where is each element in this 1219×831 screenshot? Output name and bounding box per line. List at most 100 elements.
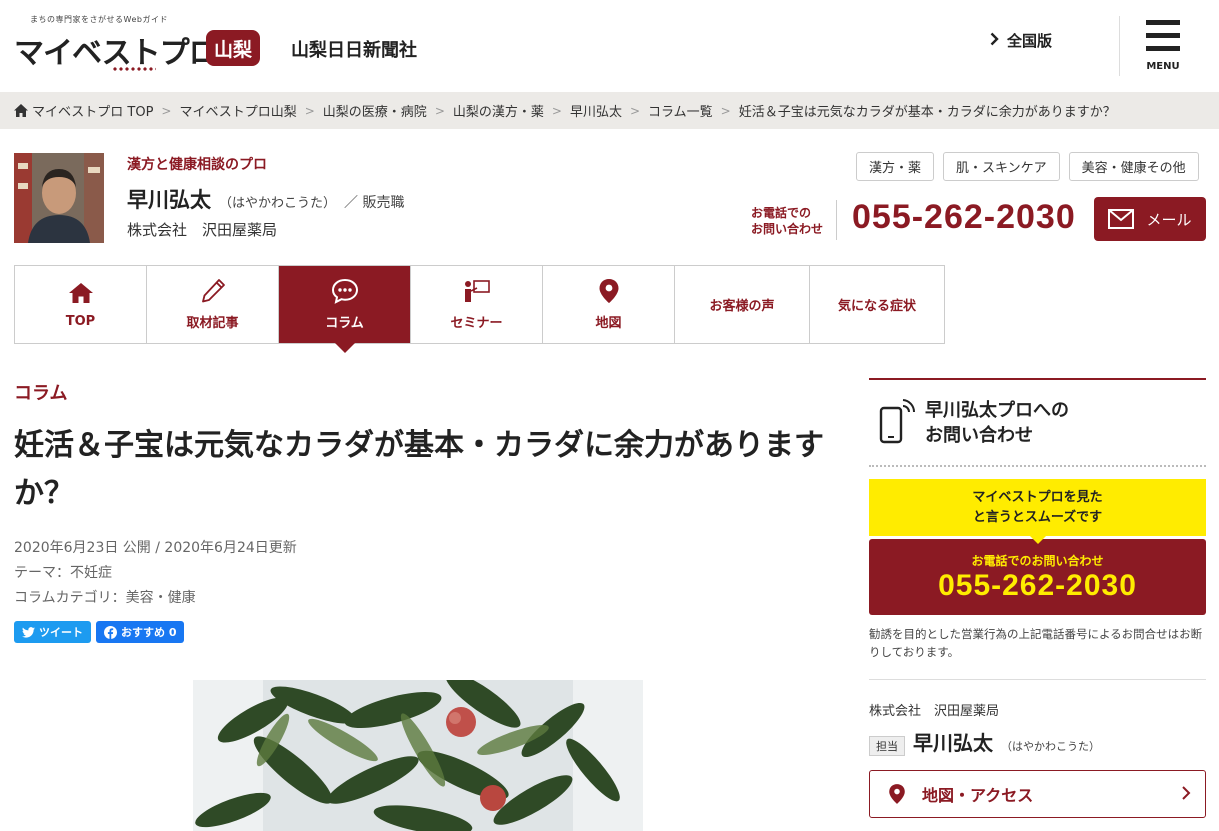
menu-icon-bar: [1146, 33, 1180, 38]
tab-customer-voice[interactable]: お客様の声: [675, 266, 810, 343]
national-version-link[interactable]: 全国版: [990, 30, 1052, 51]
sales-call-notice: 勧誘を目的とした営業行為の上記電話番号によるお問合せはお断りしております。: [869, 625, 1206, 680]
seminar-icon: [463, 278, 491, 304]
contact-title: 早川弘太プロへの お問い合わせ: [925, 398, 1069, 448]
sidebar-phone-box[interactable]: お電話でのお問い合わせ 055-262-2030: [869, 539, 1206, 615]
phone-number[interactable]: 055-262-2030: [852, 198, 1076, 237]
breadcrumb-separator: >: [304, 103, 315, 118]
site-header: まちの専門家をさがせるWebガイド マイベストプロ 山梨 山梨日日新聞社 全国版…: [0, 0, 1219, 92]
promo-callout: マイベストプロを見た と言うとスムーズです: [869, 479, 1206, 544]
tweet-button[interactable]: ツイート: [14, 621, 91, 643]
staff-row: 担当 早川弘太 （はやかわこうた）: [869, 727, 1206, 756]
article-category[interactable]: コラムカテゴリ：美容・健康: [14, 586, 297, 611]
tab-label: 取材記事: [186, 316, 239, 331]
menu-button[interactable]: MENU: [1138, 18, 1188, 76]
article-meta: 2020年6月23日 公開 / 2020年6月24日更新 テーマ：不妊症 コラム…: [14, 536, 297, 611]
breadcrumb-item[interactable]: マイベストプロ TOP: [32, 101, 153, 120]
tab-label: コラム: [325, 316, 364, 331]
staff-badge: 担当: [869, 736, 905, 756]
mail-label: メール: [1146, 210, 1192, 229]
pro-name-row: 早川弘太 （はやかわこうた） ／ 販売職: [127, 184, 404, 214]
specialty-tag[interactable]: 美容・健康その他: [1068, 152, 1199, 181]
sidebar-company: 株式会社 沢田屋薬局: [869, 704, 1000, 719]
tab-column[interactable]: コラム: [279, 266, 411, 353]
mail-button[interactable]: メール: [1094, 197, 1206, 241]
twitter-bird-icon: [22, 626, 35, 638]
national-version-label: 全国版: [1007, 32, 1053, 50]
specialty-tag[interactable]: 漢方・薬: [856, 152, 935, 181]
pro-category: 漢方と健康相談のプロ: [127, 157, 267, 173]
facebook-icon: [104, 625, 117, 639]
tab-seminar[interactable]: セミナー: [411, 266, 543, 343]
breadcrumb-item[interactable]: 早川弘太: [570, 101, 622, 120]
map-access-button[interactable]: 地図・アクセス: [869, 770, 1206, 818]
speech-bubble-icon: [331, 278, 359, 304]
menu-icon-bar: [1146, 46, 1180, 51]
contact-title-line: 早川弘太プロへの: [925, 400, 1069, 421]
breadcrumb-separator: >: [629, 103, 641, 118]
article-dates: 2020年6月23日 公開 / 2020年6月24日更新: [14, 540, 297, 556]
specialty-tags: 漢方・薬 肌・スキンケア 美容・健康その他: [856, 152, 1199, 181]
facebook-recommend-button[interactable]: おすすめ 0: [96, 621, 185, 643]
chevron-right-icon: [990, 32, 999, 50]
staff-kana: （はやかわこうた）: [1001, 740, 1100, 753]
smartphone-icon: [879, 396, 916, 450]
contact-title-line: お問い合わせ: [925, 425, 1033, 446]
tab-label: 気になる症状: [837, 299, 916, 314]
article-theme[interactable]: テーマ：不妊症: [14, 561, 297, 586]
breadcrumb-item[interactable]: マイベストプロ山梨: [179, 101, 296, 120]
tab-symptoms[interactable]: 気になる症状: [810, 266, 945, 343]
map-pin-icon: [888, 783, 906, 805]
breadcrumb-item[interactable]: 山梨の漢方・薬: [453, 101, 544, 120]
specialty-tag[interactable]: 肌・スキンケア: [943, 152, 1060, 181]
pro-navigation: TOP 取材記事 コラム セミナー 地図 お客様の声 気になる症状: [14, 265, 945, 353]
breadcrumb-separator: >: [720, 103, 731, 118]
logo-dots-decoration: [112, 66, 156, 72]
map-pin-icon: [598, 278, 620, 304]
breadcrumb-separator: >: [434, 103, 445, 118]
tel-label: お電話での お問い合わせ: [751, 205, 823, 237]
tab-interview[interactable]: 取材記事: [147, 266, 279, 343]
tel-label-line: お問い合わせ: [751, 222, 824, 236]
pro-name: 早川弘太: [127, 188, 211, 212]
header-divider: [1119, 16, 1120, 76]
home-icon: [14, 104, 28, 117]
sidebar-phone-number: 055-262-2030: [938, 568, 1137, 602]
section-label: コラム: [14, 383, 68, 404]
tab-label: お客様の声: [709, 299, 775, 314]
pro-job: ／ 販売職: [344, 195, 405, 211]
envelope-icon: [1108, 209, 1135, 229]
share-buttons: ツイート おすすめ 0: [14, 621, 185, 643]
tab-map[interactable]: 地図: [543, 266, 675, 343]
tab-label: TOP: [65, 314, 96, 329]
promo-line: マイベストプロを見た: [972, 489, 1103, 505]
pro-company: 株式会社 沢田屋薬局: [127, 221, 278, 239]
contact-sidebar: 早川弘太プロへの お問い合わせ マイベストプロを見た と言うとスムーズです お電…: [869, 378, 1206, 818]
menu-label: MENU: [1146, 61, 1180, 72]
profile-photo: [14, 153, 104, 243]
prefecture-badge[interactable]: 山梨: [206, 30, 260, 66]
tel-label-line: お電話での: [751, 206, 812, 220]
article-title: 妊活＆子宝は元気なカラダが基本・カラダに余力がありますか？: [14, 428, 824, 511]
article-image: [193, 680, 643, 831]
map-access-label: 地図・アクセス: [922, 786, 1034, 805]
tab-top[interactable]: TOP: [15, 266, 147, 343]
staff-name: 早川弘太: [913, 731, 993, 755]
tab-label: 地図: [595, 316, 622, 331]
sidebar-tel-label: お電話でのお問い合わせ: [971, 553, 1104, 568]
menu-icon-bar: [1146, 20, 1180, 25]
promo-line: と言うとスムーズです: [972, 509, 1103, 525]
tweet-label: ツイート: [39, 626, 83, 639]
tab-label: セミナー: [450, 316, 503, 331]
recommend-label: おすすめ 0: [121, 626, 177, 639]
breadcrumb-separator: >: [161, 103, 172, 118]
newspaper-name: 山梨日日新聞社: [291, 40, 417, 61]
pencil-icon: [200, 278, 226, 304]
chevron-right-icon: [1181, 785, 1191, 805]
breadcrumb-separator: >: [551, 103, 562, 118]
contact-header: 早川弘太プロへの お問い合わせ: [869, 380, 1206, 467]
breadcrumb-item[interactable]: 山梨の医療・病院: [323, 101, 427, 120]
breadcrumb: マイベストプロ TOP > マイベストプロ山梨 > 山梨の医療・病院 > 山梨の…: [0, 92, 1219, 129]
tel-divider: [836, 200, 837, 240]
breadcrumb-item[interactable]: コラム一覧: [648, 101, 713, 120]
